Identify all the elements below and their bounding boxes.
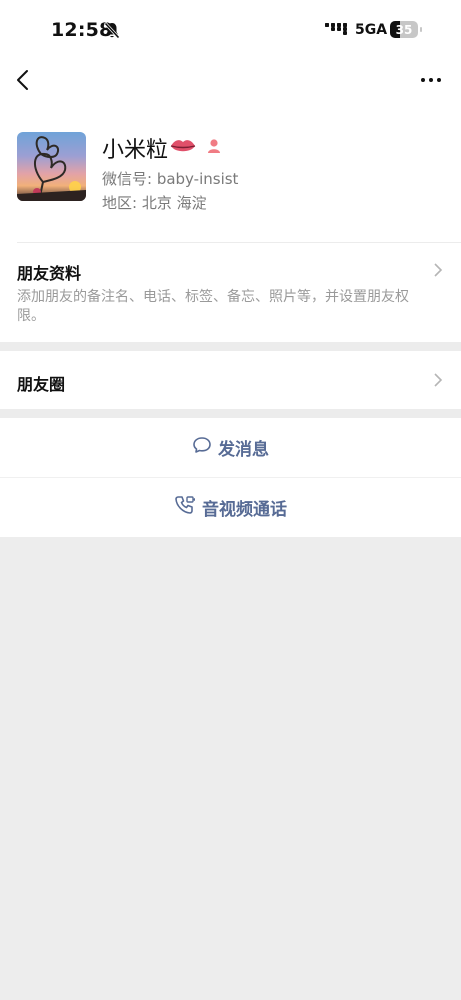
video-call-label: 音视频通话 [202, 500, 287, 520]
network-type: 5GA [355, 22, 388, 38]
battery-level: 35 [395, 22, 413, 37]
profile-header: 小米粒 微信号: baby-insist 地区: 北京 海淀 [0, 102, 461, 242]
back-icon[interactable] [14, 68, 32, 96]
chat-bubble-icon [192, 436, 212, 459]
send-message-button[interactable]: 发消息 [0, 418, 461, 477]
avatar[interactable] [17, 132, 86, 201]
friend-info-description: 添加朋友的备注名、电话、标签、备忘、照片等，并设置朋友权限。 [17, 289, 409, 324]
chevron-right-icon [433, 372, 443, 392]
nav-bar [0, 62, 461, 102]
chevron-right-icon [433, 262, 443, 282]
section-gap [0, 409, 461, 418]
friend-info-row[interactable]: 朋友资料 添加朋友的备注名、电话、标签、备忘、照片等，并设置朋友权限。 [0, 243, 461, 342]
lips-icon [170, 138, 196, 158]
battery-icon: 35 [390, 21, 422, 38]
region: 地区: 北京 海淀 [102, 194, 207, 212]
more-options-icon[interactable] [421, 78, 441, 82]
video-call-button[interactable]: 音视频通话 [0, 478, 461, 537]
mute-bell-icon [103, 21, 121, 44]
cellular-signal-icon [325, 23, 347, 35]
top-panel: 12:58 5GA 35 小米粒 微信号: baby-insist 地区: 北京… [0, 0, 461, 342]
moments-row[interactable]: 朋友圈 [0, 351, 461, 409]
moments-title: 朋友圈 [17, 375, 66, 394]
send-message-label: 发消息 [218, 440, 269, 460]
gender-female-icon [206, 138, 222, 158]
contact-name: 小米粒 [102, 138, 169, 163]
status-bar: 12:58 5GA 35 [0, 0, 461, 62]
phone-video-icon [174, 495, 196, 520]
wechat-id: 微信号: baby-insist [102, 170, 239, 188]
section-gap [0, 342, 461, 351]
friend-info-title: 朋友资料 [17, 264, 82, 283]
